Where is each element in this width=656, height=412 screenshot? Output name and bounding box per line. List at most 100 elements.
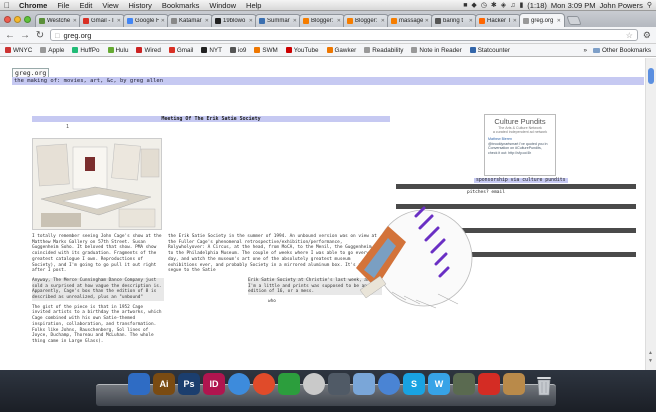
wifi-icon[interactable]: ◈ — [501, 1, 506, 9]
browser-tab[interactable]: Blogger: ✕ — [299, 14, 345, 27]
indesign-icon[interactable]: ID — [203, 373, 225, 395]
browser-tab[interactable]: Blogger: ✕ — [343, 14, 389, 27]
bluetooth-icon[interactable]: ✱ — [491, 1, 497, 9]
zoom-window-icon[interactable] — [24, 15, 31, 23]
tab-close-icon[interactable]: ✕ — [249, 18, 253, 24]
tab-label: massage — [399, 18, 423, 24]
menu-view[interactable]: View — [97, 1, 123, 10]
safari-icon[interactable] — [228, 373, 250, 395]
tab-close-icon[interactable]: ✕ — [161, 18, 165, 24]
post-photo[interactable] — [32, 138, 162, 230]
browser-tab[interactable]: Summar ✕ — [255, 14, 301, 27]
bookmark-item[interactable]: Wired — [136, 47, 161, 54]
bookmark-item[interactable]: Gawker — [326, 47, 356, 54]
browser-tab[interactable]: Gmail - I ✕ — [79, 14, 125, 27]
bookmarks-more-button[interactable]: » — [583, 47, 587, 54]
wrench-menu-icon[interactable]: ⚙ — [643, 30, 651, 41]
facetime-icon[interactable] — [328, 373, 350, 395]
spotlight-search-icon[interactable]: ⚲ — [647, 1, 652, 9]
tab-close-icon[interactable]: ✕ — [73, 18, 77, 24]
close-window-icon[interactable] — [4, 15, 11, 23]
tab-close-icon[interactable]: ✕ — [293, 18, 297, 24]
forward-arrow-icon[interactable]: → — [20, 30, 30, 41]
tab-close-icon[interactable]: ✕ — [205, 18, 209, 24]
bookmark-item[interactable]: WNYC — [5, 47, 32, 54]
menu-window[interactable]: Window — [204, 1, 241, 10]
menu-bookmarks[interactable]: Bookmarks — [157, 1, 205, 10]
menu-edit[interactable]: Edit — [74, 1, 97, 10]
browser-tab[interactable]: Google F ✕ — [123, 14, 169, 27]
other-bookmarks-folder[interactable]: Other Bookmarks — [593, 47, 651, 54]
preview-icon[interactable] — [453, 373, 475, 395]
sponsor-line[interactable]: sponsorship via culture pundits — [474, 178, 568, 183]
bookmark-item[interactable]: YouTube — [285, 47, 319, 54]
trash-icon[interactable] — [535, 374, 553, 396]
bookmark-star-icon[interactable]: ☆ — [626, 31, 633, 40]
bookmark-favicon-icon — [285, 47, 292, 53]
bookmark-item[interactable]: Hulu — [107, 47, 128, 54]
chrome-icon[interactable] — [253, 373, 275, 395]
minimize-window-icon[interactable] — [14, 15, 21, 23]
menu-file[interactable]: File — [52, 1, 74, 10]
tab-close-icon[interactable]: ✕ — [337, 18, 341, 24]
twitterrific-icon[interactable] — [278, 373, 300, 395]
browser-tab[interactable]: greg.org ✕ — [519, 13, 565, 27]
browser-tab[interactable]: Hacker T ✕ — [475, 14, 521, 27]
scroll-down-arrow-icon[interactable]: ▼ — [648, 358, 653, 364]
status-app-icon[interactable]: ■ — [463, 2, 467, 9]
tab-close-icon[interactable]: ✕ — [381, 18, 385, 24]
new-tab-button[interactable] — [566, 16, 582, 25]
reload-icon[interactable]: ↻ — [35, 30, 45, 41]
browser-tab[interactable]: Westche ✕ — [35, 14, 81, 27]
bookmark-item[interactable]: SWM — [254, 47, 278, 54]
skype-icon[interactable]: S — [403, 373, 425, 395]
acrobat-icon[interactable] — [478, 373, 500, 395]
menu-help[interactable]: Help — [241, 1, 266, 10]
culture-pundits-ad[interactable]: Culture Pundits The Arts & Culture Netwo… — [484, 114, 556, 176]
illustrator-icon[interactable]: Ai — [153, 373, 175, 395]
url-text[interactable]: greg.org — [64, 31, 622, 40]
bookmark-favicon-icon — [201, 47, 208, 53]
menu-app-name[interactable]: Chrome — [14, 1, 52, 10]
scrollbar-thumb[interactable] — [648, 68, 654, 84]
back-arrow-icon[interactable]: ← — [5, 30, 15, 41]
tab-close-icon[interactable]: ✕ — [117, 18, 121, 24]
tab-close-icon[interactable]: ✕ — [425, 18, 429, 24]
page-scrollbar[interactable]: ▲ ▼ — [645, 58, 656, 370]
post-title[interactable]: Meeting Of The Erik Satie Society — [32, 116, 390, 122]
volume-icon[interactable]: ♫ — [510, 2, 515, 9]
mail-icon[interactable] — [353, 373, 375, 395]
bookmark-item[interactable]: Statcounter — [469, 47, 510, 54]
bookmark-item[interactable]: HuffPo — [72, 47, 100, 54]
bookmark-item[interactable]: Gmail — [168, 47, 193, 54]
bookmark-item[interactable]: io9 — [229, 47, 246, 54]
bookmark-item[interactable]: Apple — [40, 47, 64, 54]
browser-tab[interactable]: massage ✕ — [387, 14, 433, 27]
browser-tab[interactable]: Katamar ✕ — [167, 14, 213, 27]
browser-tab[interactable]: baring t ✕ — [431, 14, 477, 27]
bookmark-item[interactable]: Note in Reader — [411, 47, 462, 54]
address-bar[interactable]: □ greg.org ☆ — [50, 29, 638, 41]
dropbox-icon[interactable]: ◆ — [471, 1, 476, 9]
tab-close-icon[interactable]: ✕ — [469, 18, 473, 24]
bookmark-item[interactable]: Readability — [364, 47, 403, 54]
user-name[interactable]: John Powers — [600, 1, 643, 10]
battery-icon[interactable]: ▮ — [519, 1, 523, 9]
bookmark-item[interactable]: NYT — [201, 47, 222, 54]
clock[interactable]: Mon 3:09 PM — [551, 1, 596, 10]
scroll-up-arrow-icon[interactable]: ▲ — [648, 350, 653, 356]
photoshop-icon[interactable]: Ps — [178, 373, 200, 395]
tab-favicon-icon — [259, 18, 265, 24]
browser-tab[interactable]: 19blowo ✕ — [211, 14, 257, 27]
tab-close-icon[interactable]: ✕ — [557, 18, 561, 24]
wacom-icon[interactable]: W — [428, 373, 450, 395]
itunes-icon[interactable] — [378, 373, 400, 395]
apple-menu-icon[interactable]:  — [0, 1, 14, 10]
documents-icon[interactable] — [503, 373, 525, 395]
ical-icon[interactable] — [303, 373, 325, 395]
pitches-email-link[interactable]: pitches? email — [466, 190, 506, 195]
clock-sync-icon[interactable]: ◷ — [481, 1, 487, 9]
tab-close-icon[interactable]: ✕ — [513, 18, 517, 24]
finder-icon[interactable] — [128, 373, 150, 395]
menu-history[interactable]: History — [124, 1, 157, 10]
